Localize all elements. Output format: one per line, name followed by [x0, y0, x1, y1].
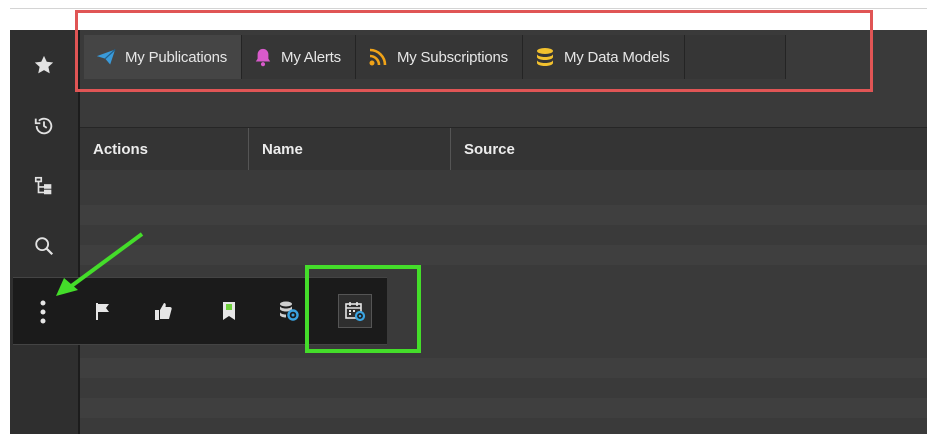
- tab-label: My Data Models: [563, 48, 670, 66]
- tab-bar-filler: [684, 35, 786, 79]
- tab-my-subscriptions[interactable]: My Subscriptions: [355, 35, 523, 79]
- database-settings-icon[interactable]: [273, 295, 305, 327]
- tab-label: My Alerts: [281, 48, 341, 66]
- bookmark-icon[interactable]: [213, 295, 245, 327]
- paper-plane-icon: [96, 49, 116, 65]
- column-header-actions[interactable]: Actions: [80, 128, 248, 170]
- tab-my-data-models[interactable]: My Data Models: [522, 35, 685, 79]
- rss-icon: [369, 48, 387, 66]
- table-row: [80, 398, 927, 418]
- tab-my-alerts[interactable]: My Alerts: [242, 35, 356, 79]
- history-icon[interactable]: [10, 106, 78, 146]
- calendar-settings-icon[interactable]: [338, 294, 372, 328]
- column-header-source[interactable]: Source: [450, 128, 750, 170]
- arrow-annotation: [56, 232, 144, 296]
- column-header-name[interactable]: Name: [248, 128, 450, 170]
- hierarchy-icon[interactable]: [10, 166, 78, 206]
- thumbs-up-icon[interactable]: [147, 295, 179, 327]
- table-header: Actions Name Source: [80, 127, 927, 170]
- table-row: [80, 245, 927, 265]
- table-row: [80, 358, 927, 378]
- tab-label: My Subscriptions: [396, 48, 508, 66]
- more-vertical-icon[interactable]: [31, 296, 55, 328]
- database-icon: [536, 48, 553, 66]
- bell-icon: [255, 48, 271, 67]
- tab-label: My Publications: [125, 48, 228, 66]
- tab-bar: My Publications My Alerts My Subscriptio…: [84, 35, 786, 79]
- star-icon[interactable]: [10, 45, 78, 85]
- tab-my-publications[interactable]: My Publications: [84, 35, 243, 79]
- table-row: [80, 205, 927, 225]
